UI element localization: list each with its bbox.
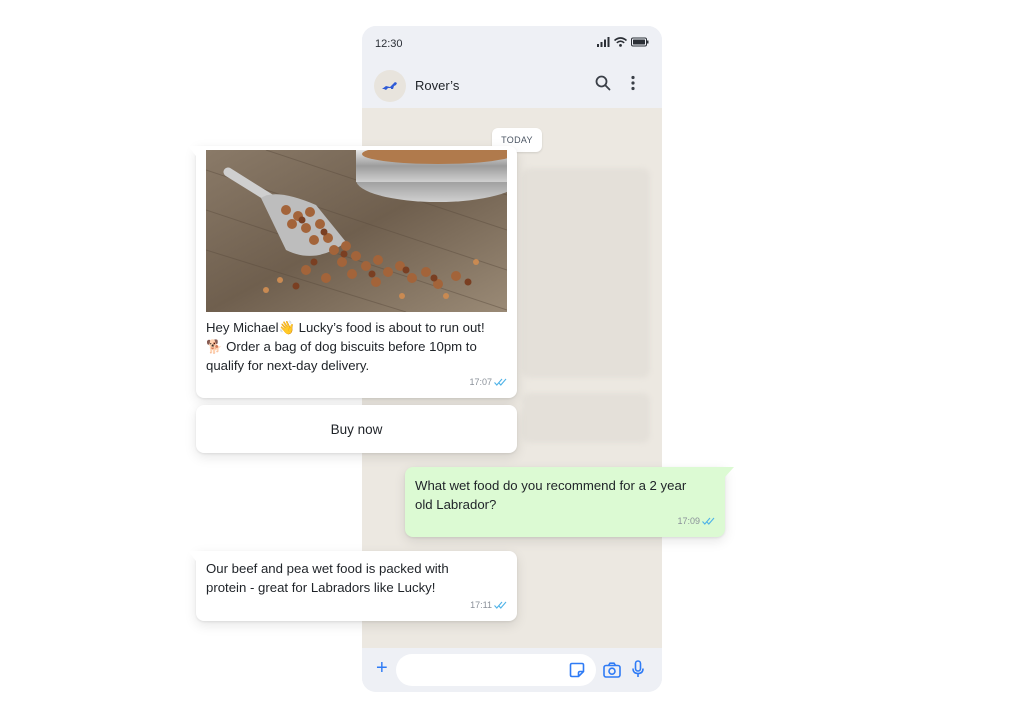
bubble-tail	[188, 146, 196, 156]
message-text: What wet food do you recommend for a 2 y…	[415, 476, 715, 514]
status-icons	[597, 37, 649, 47]
message-meta: 17:11	[470, 600, 507, 610]
message-text: Our beef and pea wet food is packed with…	[206, 559, 506, 597]
bubble-tail	[188, 551, 196, 561]
message-text: Hey Michael👋 Lucky’s food is about to ru…	[206, 318, 506, 375]
more-vert-icon[interactable]	[630, 75, 636, 91]
message-time: 17:11	[470, 600, 492, 610]
outgoing-message: What wet food do you recommend for a 2 y…	[405, 467, 734, 537]
double-check-icon	[494, 378, 507, 386]
bubble-tail	[725, 467, 734, 477]
camera-icon[interactable]	[603, 662, 621, 678]
message-meta: 17:09	[677, 516, 715, 526]
incoming-message-card: Hey Michael👋 Lucky’s food is about to ru…	[188, 146, 517, 398]
message-line: Our beef and pea wet food is packed with	[206, 561, 449, 576]
incoming-message: Our beef and pea wet food is packed with…	[188, 551, 517, 621]
message-line: Hey Michael👋 Lucky’s food is about to ru…	[206, 320, 485, 335]
search-icon[interactable]	[595, 75, 611, 91]
message-line: protein - great for Labradors like Lucky…	[206, 580, 436, 595]
status-time: 12:30	[375, 38, 403, 50]
contact-name[interactable]: Rover’s	[415, 78, 459, 93]
buy-now-button[interactable]: Buy now	[196, 405, 517, 453]
message-time: 17:07	[469, 377, 492, 387]
message-line: qualify for next-day delivery.	[206, 358, 370, 373]
message-time: 17:09	[677, 516, 700, 526]
message-composer: +	[362, 648, 662, 692]
status-bar: 12:30	[362, 26, 662, 62]
message-line: 🐕 Order a bag of dog biscuits before 10p…	[206, 339, 477, 354]
battery-icon	[631, 37, 649, 47]
double-check-icon	[494, 601, 507, 609]
wifi-icon	[614, 37, 627, 47]
mic-icon[interactable]	[632, 660, 644, 678]
message-line: What wet food do you recommend for a 2 y…	[415, 478, 687, 493]
signal-icon	[597, 37, 610, 47]
dog-food-image	[206, 150, 507, 312]
message-input[interactable]	[396, 654, 596, 686]
message-line: old Labrador?	[415, 497, 497, 512]
blurred-message	[522, 168, 650, 378]
chat-header: Rover’s	[362, 62, 662, 108]
double-check-icon	[702, 517, 715, 525]
sticker-icon[interactable]	[569, 662, 585, 678]
plus-icon[interactable]: +	[376, 658, 388, 678]
blurred-message	[522, 393, 650, 443]
avatar[interactable]	[374, 70, 406, 102]
message-meta: 17:07	[469, 377, 507, 387]
dog-food-photo[interactable]	[206, 150, 507, 312]
dog-logo-icon	[382, 82, 397, 90]
